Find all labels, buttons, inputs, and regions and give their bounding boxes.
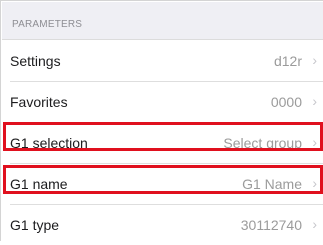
section-title: PARAMETERS <box>12 19 83 30</box>
favorites-value: 0000 <box>270 94 302 110</box>
chevron-right-icon: › <box>312 175 317 191</box>
favorites-label: Favorites <box>10 94 68 110</box>
g1-type-value: 30112740 <box>240 217 302 233</box>
g1-name-value: G1 Name <box>242 176 302 192</box>
chevron-right-icon: › <box>312 216 317 232</box>
settings-value: d12r <box>273 53 302 69</box>
g1-name-row[interactable]: G1 name G1 Name › <box>2 164 323 204</box>
g1-type-label: G1 type <box>10 217 60 233</box>
section-header: PARAMETERS <box>2 2 323 40</box>
chevron-right-icon: › <box>312 52 317 68</box>
g1-name-label: G1 name <box>10 176 68 192</box>
g1-type-row[interactable]: G1 type 30112740 › <box>2 205 323 245</box>
g1-selection-value: Select group <box>223 135 302 151</box>
g1-selection-row[interactable]: G1 selection Select group › <box>2 123 323 163</box>
chevron-right-icon: › <box>312 134 317 150</box>
chevron-right-icon: › <box>312 93 317 109</box>
settings-label: Settings <box>10 53 61 69</box>
settings-row[interactable]: Settings d12r › <box>2 41 323 81</box>
g1-selection-label: G1 selection <box>10 135 88 151</box>
favorites-row[interactable]: Favorites 0000 › <box>2 82 323 122</box>
parameters-panel: PARAMETERS Settings d12r › Favorites 000… <box>0 0 323 245</box>
